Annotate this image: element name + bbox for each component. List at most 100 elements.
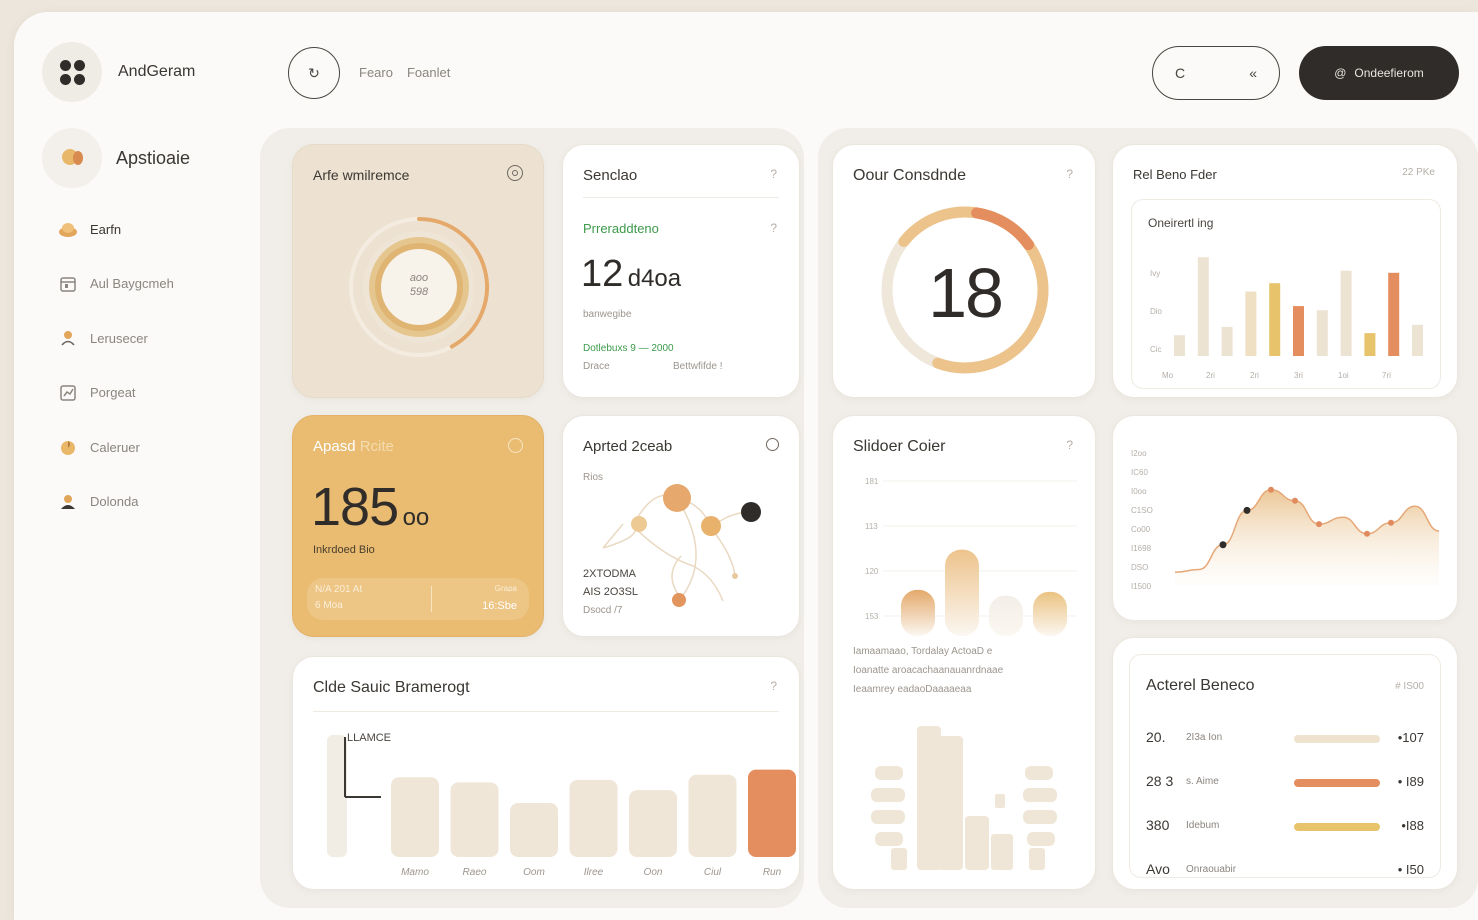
donut-card[interactable]: Oour Consdnde ? 18	[832, 144, 1096, 398]
topbar-link[interactable]: Fearo	[359, 65, 393, 80]
list-row[interactable]: Avo Onraouabir • I50	[1146, 859, 1424, 883]
column-bar[interactable]	[1174, 335, 1185, 356]
brand[interactable]: AndGeram	[42, 42, 195, 102]
column-bar[interactable]	[1316, 310, 1328, 356]
slider-chart-card[interactable]: Slidoer Coier ? 181 113 120 153 Iamaamaao, …	[832, 415, 1096, 890]
list-inner: Acterel Beneco # IS00 20. 2I3a Ion •107 28 …	[1129, 654, 1441, 878]
search-pill[interactable]: C «	[1152, 46, 1280, 100]
list-row[interactable]: 28 3 s. Aime • I89	[1146, 771, 1424, 795]
card-meta: 22 PKe	[1402, 167, 1435, 178]
gauge-center-bottom: 598	[409, 286, 429, 298]
column-bar[interactable]	[1269, 283, 1281, 356]
amber-caption: Inkrdoed Bio	[313, 544, 375, 556]
sidebar-item-porgeat[interactable]: Porgeat	[58, 366, 174, 421]
app-name: Apstioaie	[116, 147, 191, 168]
area-point[interactable]	[1243, 506, 1251, 514]
area-point[interactable]	[1388, 519, 1394, 526]
list-row[interactable]: 380 Idebum •I88	[1146, 815, 1424, 839]
list-row-delta: •107	[1397, 730, 1424, 745]
person-icon	[58, 328, 78, 348]
column-bar[interactable]	[1364, 333, 1376, 356]
network-note-1: 2XTODMA	[583, 568, 636, 580]
amber-footer: N/A 201 At 6 Moa Grapa 16:Sbe	[307, 578, 529, 620]
bottom-bar-chart-card[interactable]: Clde Sauic Bramerogt ? LLAMCE Mamo Raeo Oo…	[292, 656, 800, 890]
area-point[interactable]	[1364, 530, 1370, 537]
node[interactable]	[701, 516, 721, 536]
amber-stat-card[interactable]: Apasd Rcite 185 oo Inkrdoed Bio N/A 201 …	[292, 415, 544, 637]
sidebar-item-baygcmeh[interactable]: Aul Baygcmeh	[58, 257, 174, 312]
sidebar-item-dolonda[interactable]: Dolonda	[58, 475, 174, 530]
y-tick-label: C1SO	[1131, 506, 1153, 515]
sidebar-item-lerusecer[interactable]: Lerusecer	[58, 311, 174, 366]
bar[interactable]	[688, 774, 737, 857]
network-card[interactable]: Aprted 2ceab Rios 2XTODMA AIS 2O3SL Dsoc…	[562, 415, 800, 637]
list-row[interactable]: 20. 2I3a Ion •107	[1146, 727, 1424, 751]
y-tick-label: I2oo	[1131, 449, 1147, 458]
area-point[interactable]	[1292, 497, 1298, 504]
coin-stack-icon	[58, 219, 78, 239]
network-note-3: Dsocd /7	[583, 605, 623, 616]
network-note-2: AIS 2O3SL	[583, 586, 639, 598]
list-row-delta: •I88	[1401, 818, 1424, 833]
bar[interactable]	[569, 779, 618, 857]
stat-value-row: 12 d4oa	[581, 253, 681, 296]
stat-caption: banwegibe	[583, 309, 632, 320]
amber-title-tag: Rcite	[359, 438, 394, 455]
amber-title: Apasd	[313, 438, 356, 455]
card-title: Senclao	[583, 167, 638, 184]
x-tick-label: Raeo	[463, 867, 487, 878]
gauge-card[interactable]: Arfe wmilremce aoo 598	[292, 144, 544, 398]
column-bar[interactable]	[1340, 270, 1352, 356]
help-icon[interactable]: ?	[770, 167, 777, 181]
at-icon: @	[1334, 66, 1347, 80]
column-bar[interactable]	[1412, 324, 1423, 356]
column-bar[interactable]	[1245, 291, 1257, 356]
x-tick-label: Oon	[644, 867, 663, 878]
list-row-value: 20.	[1146, 729, 1166, 745]
app-switcher[interactable]: Apstioaie	[42, 128, 190, 188]
bar[interactable]	[629, 790, 677, 857]
y-tick-label: DSO	[1131, 563, 1148, 572]
primary-action-button[interactable]: @ Ondeefierom	[1299, 46, 1459, 100]
column-bar[interactable]	[1221, 326, 1233, 356]
y-tick-label: Co00	[1131, 525, 1151, 534]
topbar-link[interactable]: Foanlet	[407, 65, 450, 80]
area-point[interactable]	[1316, 521, 1322, 528]
area-point[interactable]	[1219, 541, 1227, 549]
area-chart-card[interactable]: I2oo IC60 I0oo C1SO Co00 I1698 DSO I1500	[1112, 415, 1458, 621]
donut-value: 18	[928, 254, 1004, 332]
node[interactable]	[732, 573, 738, 579]
column-bar[interactable]	[1293, 306, 1304, 356]
area-chart-svg: I2oo IC60 I0oo C1SO Co00 I1698 DSO I1500	[1131, 449, 1440, 591]
list-card[interactable]: Acterel Beneco # IS00 20. 2I3a Ion •107 28 …	[1112, 637, 1458, 890]
card-title: Rel Beno Fder	[1133, 167, 1217, 182]
y-tick-label: I1698	[1131, 544, 1152, 553]
node[interactable]	[672, 593, 686, 607]
node[interactable]	[631, 516, 647, 532]
minus-circle-icon[interactable]	[508, 438, 523, 453]
chart-icon	[58, 383, 78, 403]
inner-chart-box: Oneirertl ing Ivy Dio Cic Mo 2ri 2ri 3ri 1oi 7ri	[1131, 199, 1441, 389]
bar[interactable]	[450, 782, 499, 857]
amber-value-row: 185 oo	[311, 476, 429, 538]
sidebar-item-earfn[interactable]: Earfn	[58, 202, 174, 257]
y-tick-label: I1500	[1131, 582, 1152, 591]
node[interactable]	[663, 484, 691, 512]
circle-arrow-icon[interactable]: ↻	[288, 47, 340, 99]
app-blob-icon	[42, 128, 102, 188]
column-bar[interactable]	[1388, 272, 1400, 356]
bar[interactable]	[391, 777, 439, 857]
list-row-label: Onraouabir	[1186, 864, 1237, 875]
calendar-icon	[58, 274, 78, 294]
area-point[interactable]	[1268, 486, 1274, 493]
sidebar-item-caleruer[interactable]: Caleruer	[58, 420, 174, 475]
stat-card[interactable]: Senclao ? Prreraddteno ? 12 d4oa banwegi…	[562, 144, 800, 398]
amber-value-suffix: oo	[402, 504, 430, 531]
node[interactable]	[741, 502, 761, 522]
column-bar-card[interactable]: Rel Beno Fder 22 PKe Oneirertl ing Ivy Di…	[1112, 144, 1458, 398]
bar[interactable]	[510, 803, 558, 857]
bar[interactable]	[748, 769, 796, 857]
help-icon[interactable]: ?	[770, 221, 777, 235]
column-bar[interactable]	[1197, 257, 1209, 356]
list-row-delta: • I89	[1397, 774, 1424, 789]
